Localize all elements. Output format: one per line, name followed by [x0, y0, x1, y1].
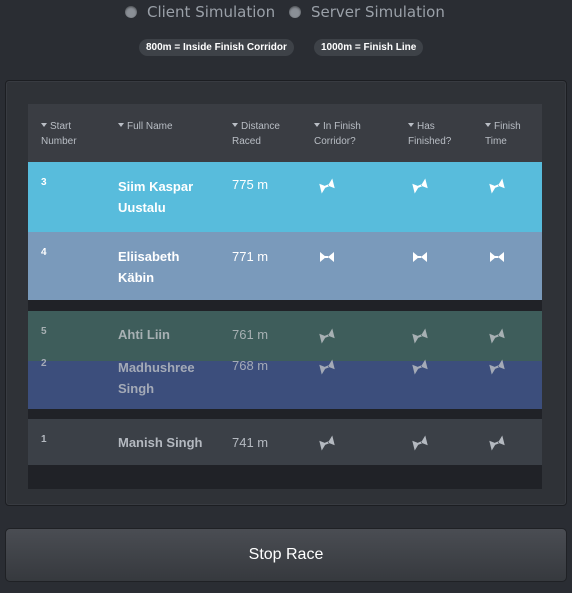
- finish-corridor-badge: 800m = Inside Finish Corridor: [139, 39, 294, 56]
- server-simulation-label: Server Simulation: [311, 3, 445, 21]
- has-finished-hourglass-tilted-icon: [412, 359, 428, 375]
- column-header-full-name[interactable]: Full Name: [118, 119, 173, 134]
- start-number: 2: [41, 358, 47, 369]
- table-row[interactable]: 2 Madhushree Singh 768 m: [28, 358, 542, 409]
- server-simulation-radio[interactable]: [289, 6, 301, 18]
- sort-caret-icon: [232, 123, 238, 128]
- column-header-in-finish-corridor[interactable]: In Finish Corridor?: [314, 119, 361, 149]
- race-table: Start Number Full Name Distance Raced In F…: [28, 104, 542, 489]
- finish-time-hourglass-icon: [490, 252, 504, 262]
- start-number: 3: [41, 177, 47, 188]
- finish-time-hourglass-tilted-icon: [489, 359, 505, 375]
- race-panel: Start Number Full Name Distance Raced In F…: [5, 80, 567, 506]
- sort-caret-icon: [408, 123, 414, 128]
- distance-raced: 741 m: [232, 435, 269, 450]
- column-header-has-finished[interactable]: Has Finished?: [408, 119, 451, 149]
- racer-full-name: Madhushree Singh: [118, 360, 195, 396]
- in-finish-corridor-hourglass-icon: [320, 252, 334, 262]
- client-simulation-label: Client Simulation: [147, 3, 276, 21]
- in-finish-corridor-hourglass-tilted-icon: [319, 435, 335, 451]
- sort-caret-icon: [118, 123, 124, 128]
- racer-full-name: Siim Kaspar Uustalu: [118, 179, 194, 215]
- sort-caret-icon: [485, 123, 491, 128]
- racer-full-name: Manish Singh: [118, 435, 203, 450]
- in-finish-corridor-hourglass-tilted-icon: [319, 359, 335, 375]
- finish-time-hourglass-tilted-icon: [489, 328, 505, 344]
- table-header: Start Number Full Name Distance Raced In F…: [28, 104, 542, 162]
- distance-raced: 771 m: [232, 249, 269, 264]
- sort-caret-icon: [41, 123, 47, 128]
- table-row[interactable]: 4 Eliisabeth Käbin 771 m: [28, 232, 542, 300]
- start-number: 1: [41, 434, 47, 445]
- finish-line-badge: 1000m = Finish Line: [314, 39, 424, 56]
- in-finish-corridor-hourglass-tilted-icon: [319, 178, 335, 194]
- table-row[interactable]: 5 Ahti Liin 761 m: [28, 311, 542, 361]
- has-finished-hourglass-tilted-icon: [412, 435, 428, 451]
- distance-raced: 775 m: [232, 177, 269, 192]
- column-header-start-number[interactable]: Start Number: [41, 119, 77, 149]
- sort-caret-icon: [314, 123, 320, 128]
- table-row[interactable]: 3 Siim Kaspar Uustalu 775 m: [28, 162, 542, 232]
- has-finished-hourglass-tilted-icon: [412, 178, 428, 194]
- column-header-finish-time[interactable]: Finish Time: [485, 119, 521, 149]
- finish-time-hourglass-tilted-icon: [489, 435, 505, 451]
- in-finish-corridor-hourglass-tilted-icon: [319, 328, 335, 344]
- server-simulation-option[interactable]: Server Simulation: [289, 3, 445, 21]
- client-simulation-option[interactable]: Client Simulation: [125, 3, 275, 21]
- simulation-mode-selector: Client Simulation Server Simulation: [0, 0, 572, 26]
- client-simulation-radio[interactable]: [125, 6, 137, 18]
- table-row[interactable]: 1 Manish Singh 741 m: [28, 419, 542, 465]
- racer-full-name: Ahti Liin: [118, 327, 170, 342]
- start-number: 4: [41, 247, 47, 258]
- column-header-distance-raced[interactable]: Distance Raced: [232, 119, 280, 149]
- distance-legend: 800m = Inside Finish Corridor 1000m = Fi…: [0, 39, 572, 57]
- distance-raced: 761 m: [232, 327, 269, 342]
- has-finished-hourglass-tilted-icon: [412, 328, 428, 344]
- racer-full-name: Eliisabeth Käbin: [118, 249, 180, 285]
- finish-time-hourglass-tilted-icon: [489, 178, 505, 194]
- has-finished-hourglass-icon: [413, 252, 427, 262]
- distance-raced: 768 m: [232, 358, 269, 373]
- stop-race-button[interactable]: Stop Race: [5, 528, 567, 582]
- start-number: 5: [41, 326, 47, 337]
